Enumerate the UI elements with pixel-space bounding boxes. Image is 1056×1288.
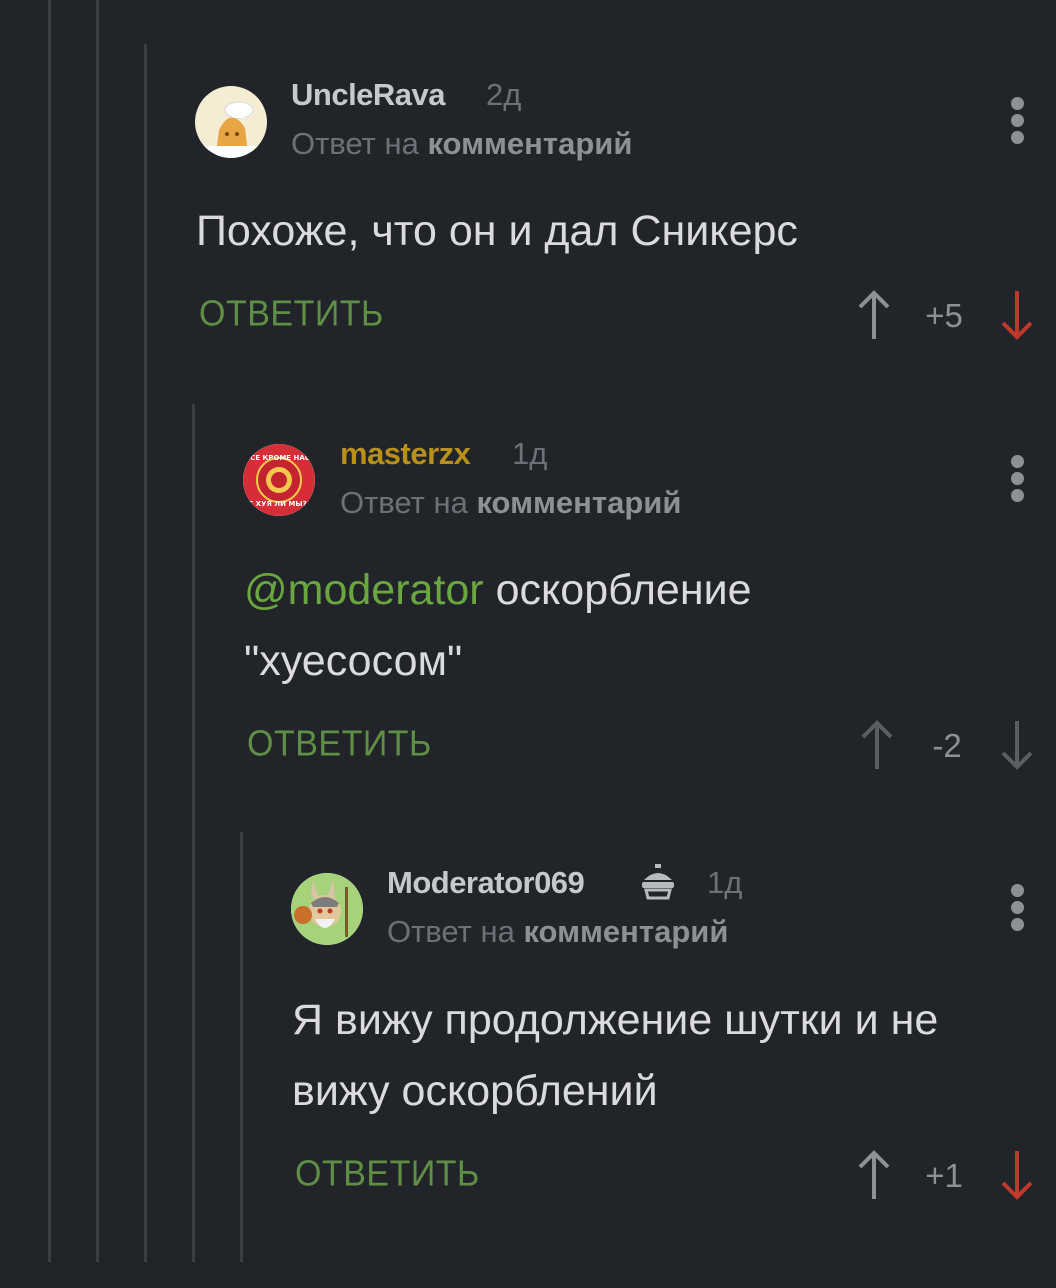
reply-prefix: Ответ на	[340, 485, 477, 520]
chef-avatar-icon	[195, 86, 267, 158]
reply-button[interactable]: ОТВЕТИТЬ	[295, 1154, 480, 1195]
downvote-button[interactable]	[997, 1147, 1037, 1203]
comment-text-line2: "хуесосом"	[244, 637, 463, 685]
arrow-down-icon	[1001, 291, 1033, 340]
timestamp: 1д	[512, 436, 548, 471]
upvote-button[interactable]	[854, 1147, 894, 1203]
comment-text: @moderator оскорбление "хуесосом"	[244, 555, 752, 697]
dot-icon	[1010, 131, 1024, 144]
arrow-up-icon	[861, 720, 893, 769]
avatar[interactable]: ВСЕ КРОМЕ НАС! С ХУЯ ЛИ МЫ?!	[243, 444, 315, 516]
reply-to-label: Ответ на комментарий	[340, 485, 681, 521]
thread-line-5[interactable]	[240, 832, 243, 1262]
bunny-warrior-avatar-icon	[291, 873, 363, 945]
upvote-button[interactable]	[857, 717, 897, 773]
dot-icon	[1010, 455, 1024, 468]
more-options-button[interactable]	[1007, 97, 1027, 145]
avatar[interactable]	[291, 873, 363, 945]
more-options-button[interactable]	[1007, 884, 1027, 932]
reply-prefix: Ответ на	[387, 914, 524, 949]
thread-line-3[interactable]	[144, 44, 147, 1262]
reply-target-link[interactable]: комментарий	[476, 485, 681, 520]
comment-text-line2: вижу оскорблений	[292, 1067, 658, 1115]
red-badge-avatar-icon: ВСЕ КРОМЕ НАС! С ХУЯ ЛИ МЫ?!	[243, 444, 315, 516]
upvote-button[interactable]	[854, 287, 894, 343]
reply-button[interactable]: ОТВЕТИТЬ	[199, 294, 384, 335]
downvote-button[interactable]	[997, 717, 1037, 773]
mention-link[interactable]: @moderator	[244, 566, 484, 614]
downvote-button[interactable]	[997, 287, 1037, 343]
dot-icon	[1010, 918, 1024, 931]
arrow-down-icon	[1001, 1151, 1033, 1200]
reply-prefix: Ответ на	[291, 126, 428, 161]
reply-target-link[interactable]: комментарий	[523, 914, 728, 949]
timestamp: 2д	[486, 77, 522, 112]
comment-text-line1: оскорбление	[483, 566, 752, 614]
dot-icon	[1010, 97, 1024, 110]
dot-icon	[1010, 901, 1024, 914]
thread-line-1[interactable]	[48, 0, 51, 1262]
rating-count: +1	[925, 1157, 963, 1194]
arrow-down-icon	[1001, 721, 1033, 770]
moderator-badge-icon	[638, 860, 678, 900]
thread-line-2[interactable]	[96, 0, 99, 1262]
reply-to-label: Ответ на комментарий	[387, 914, 728, 950]
avatar-text-top: ВСЕ КРОМЕ НАС!	[245, 454, 313, 462]
reply-button[interactable]: ОТВЕТИТЬ	[247, 724, 432, 765]
comment-text-line1: Я вижу продолжение шутки и не	[292, 996, 939, 1044]
reply-target-link[interactable]: комментарий	[427, 126, 632, 161]
rating-count: -2	[932, 727, 962, 764]
username[interactable]: UncleRava	[291, 77, 446, 113]
comment-text: Я вижу продолжение шутки и не вижу оскор…	[292, 985, 938, 1127]
dot-icon	[1010, 114, 1024, 127]
reply-to-label: Ответ на комментарий	[291, 126, 632, 162]
more-options-button[interactable]	[1007, 455, 1027, 503]
thread-line-4[interactable]	[192, 404, 195, 1262]
dot-icon	[1010, 884, 1024, 897]
rating-count: +5	[925, 297, 963, 334]
dot-icon	[1010, 489, 1024, 502]
avatar[interactable]	[195, 86, 267, 158]
username[interactable]: masterzx	[340, 436, 471, 472]
arrow-up-icon	[858, 290, 890, 339]
avatar-text-bottom: С ХУЯ ЛИ МЫ?!	[248, 500, 310, 508]
username[interactable]: Moderator069	[387, 865, 585, 901]
comment-text: Похоже, что он и дал Сникерс	[196, 207, 798, 255]
arrow-up-icon	[858, 1150, 890, 1199]
timestamp: 1д	[707, 865, 743, 900]
dot-icon	[1010, 472, 1024, 485]
